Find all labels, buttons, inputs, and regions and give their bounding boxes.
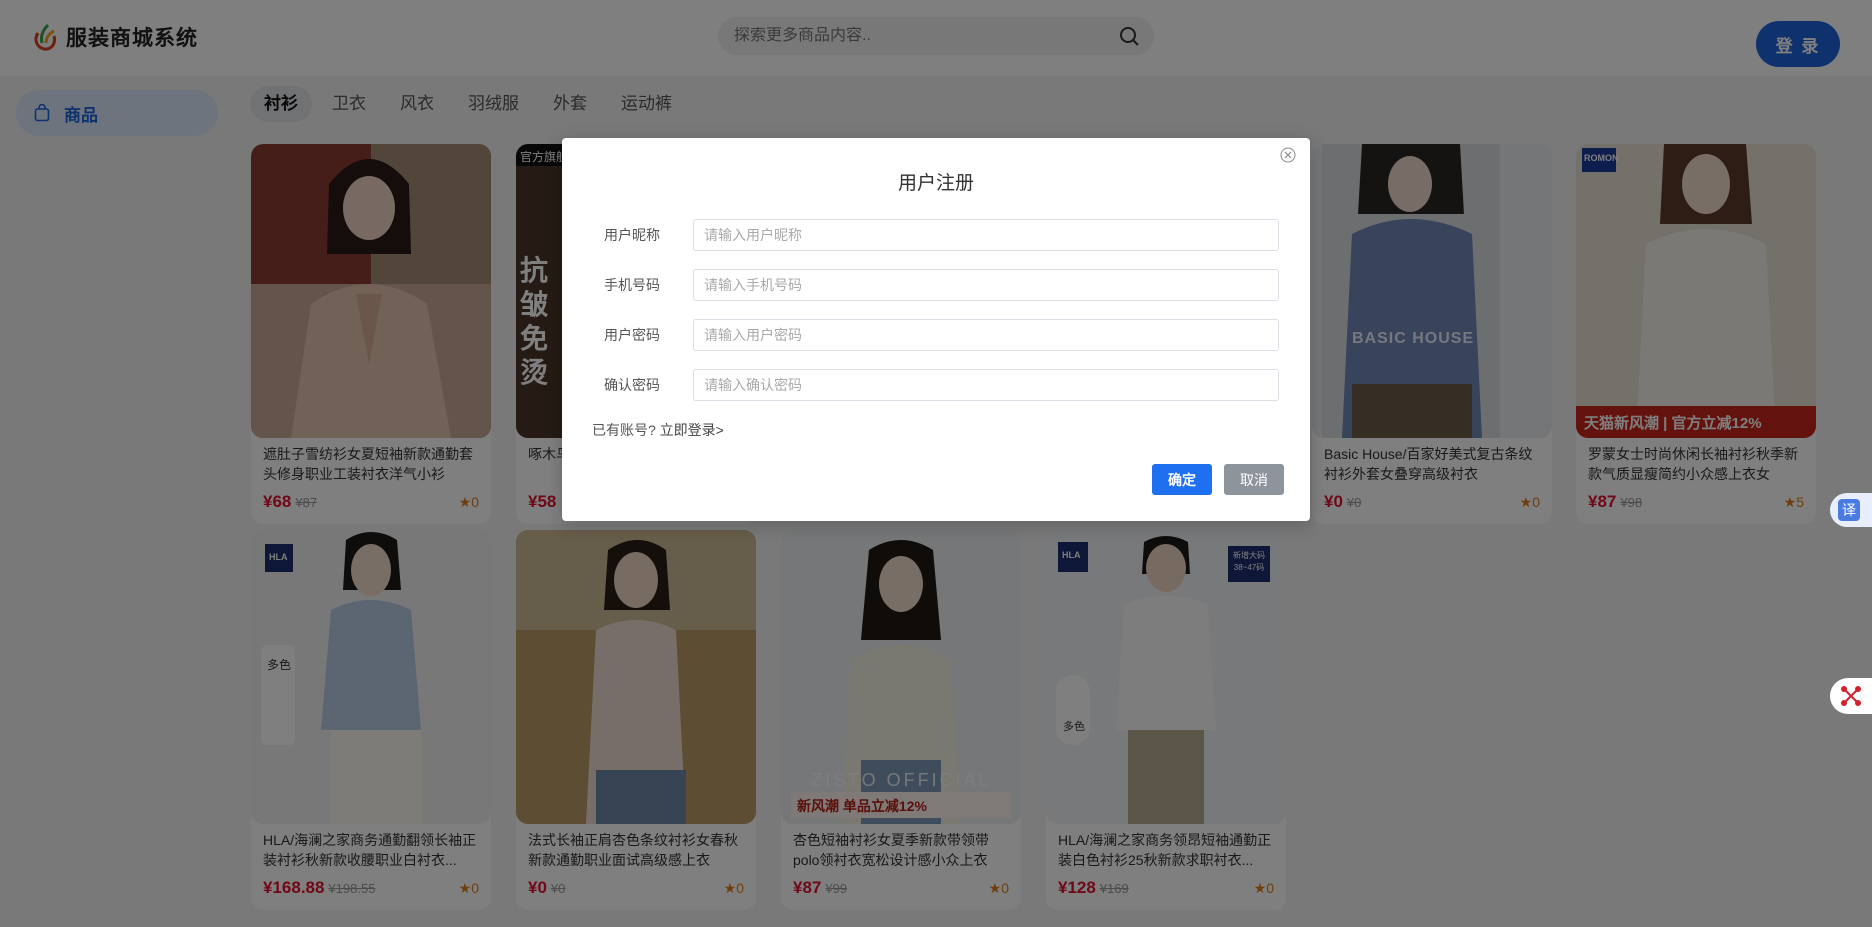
phone-label: 手机号码 (604, 277, 660, 293)
close-icon[interactable] (1280, 147, 1296, 163)
assistant-float-button[interactable] (1830, 678, 1872, 714)
phone-row: 手机号码 (562, 269, 1310, 301)
nickname-row: 用户昵称 (562, 219, 1310, 251)
confirm-password-label: 确认密码 (604, 377, 660, 393)
nickname-label: 用户昵称 (604, 227, 660, 243)
password-label: 用户密码 (604, 327, 660, 343)
dialog-title: 用户注册 (897, 173, 974, 194)
nickname-input[interactable] (693, 219, 1279, 251)
phone-input[interactable] (693, 269, 1279, 301)
translate-icon: 译 (1838, 499, 1860, 521)
confirm-password-input[interactable] (693, 369, 1279, 401)
password-row: 用户密码 (562, 319, 1310, 351)
login-prompt: 已有账号? 立即登录> (592, 420, 724, 440)
login-prompt-text: 已有账号? (592, 422, 656, 438)
password-input[interactable] (693, 319, 1279, 351)
login-link[interactable]: 立即登录> (660, 422, 724, 438)
confirm-button[interactable]: 确定 (1152, 464, 1212, 495)
register-dialog: 用户注册 用户昵称 手机号码 用户密码 确认密码 已有账号? 立即登录> 确定 … (562, 138, 1310, 521)
cancel-button[interactable]: 取消 (1224, 464, 1284, 495)
translate-float-button[interactable]: 译 (1830, 493, 1872, 527)
confirm-password-row: 确认密码 (562, 369, 1310, 401)
network-icon (1841, 686, 1861, 706)
